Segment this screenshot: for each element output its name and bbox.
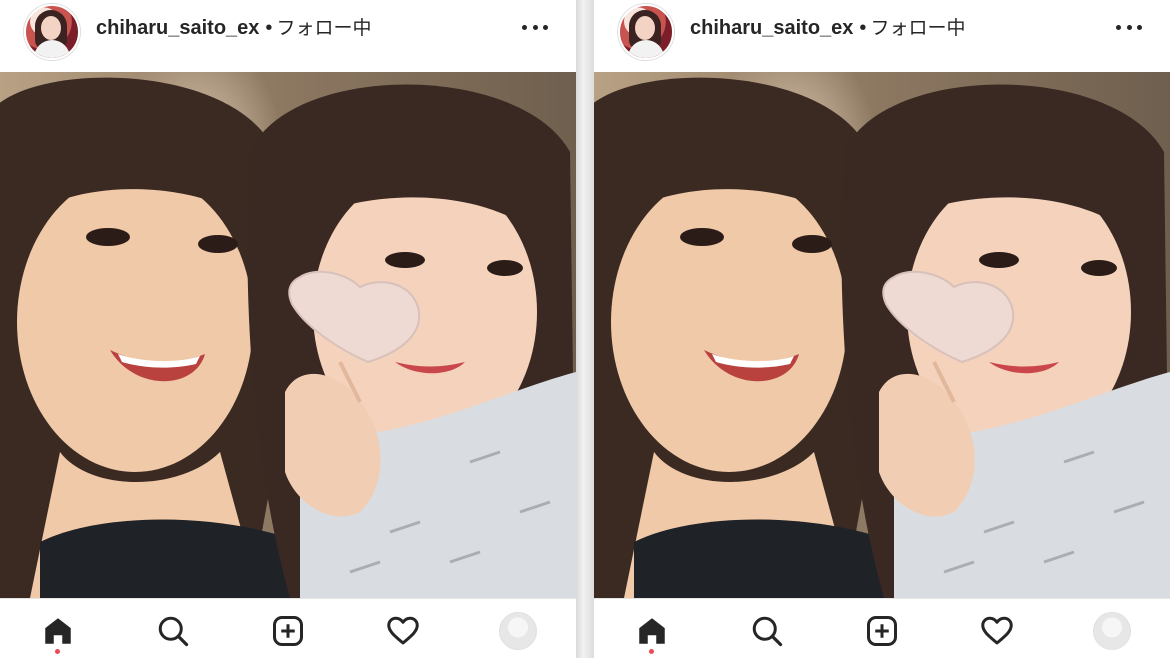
profile-avatar-icon[interactable] <box>1090 611 1134 651</box>
search-icon-svg <box>158 616 189 647</box>
notification-dot <box>649 649 654 654</box>
profile-circle <box>499 612 537 650</box>
home-icon[interactable] <box>630 611 674 654</box>
avatar-face <box>41 16 61 40</box>
post-photo[interactable] <box>594 72 1170 598</box>
dot <box>522 24 527 30</box>
heart-icon-svg <box>387 616 419 645</box>
search-icon[interactable] <box>151 611 195 651</box>
search-icon-svg <box>752 616 783 647</box>
search-icon[interactable] <box>745 611 789 651</box>
dot <box>543 24 548 30</box>
dot <box>1116 24 1121 30</box>
home-icon-svg <box>45 618 71 644</box>
username-link[interactable]: chiharu_saito_ex <box>96 17 259 39</box>
separator-dot: • <box>265 17 273 39</box>
avatar-face <box>635 16 655 40</box>
heart-icon[interactable] <box>381 611 425 651</box>
add-post-icon-svg <box>273 616 303 646</box>
add-post-icon[interactable] <box>266 611 310 651</box>
heart-icon-svg <box>981 616 1013 645</box>
profile-avatar-icon[interactable] <box>496 611 540 651</box>
follow-status-button[interactable]: フォロー中 <box>276 17 371 39</box>
notification-dot <box>55 649 60 654</box>
bottom-navigation <box>0 598 576 658</box>
follow-status-button[interactable]: フォロー中 <box>870 17 965 39</box>
profile-circle <box>1093 612 1131 650</box>
more-options-icon[interactable] <box>522 20 548 34</box>
post-panel-left: chiharu_saito_ex • フォロー中 <box>0 0 576 658</box>
post-panel-right: chiharu_saito_ex • フォロー中 <box>594 0 1170 658</box>
more-options-icon[interactable] <box>1116 20 1142 34</box>
post-header: chiharu_saito_ex • フォロー中 <box>594 0 1170 72</box>
dot <box>1126 24 1132 30</box>
post-photo[interactable] <box>0 72 576 598</box>
home-icon[interactable] <box>36 611 80 654</box>
home-icon-svg <box>639 618 665 644</box>
dot <box>1137 24 1142 30</box>
add-post-icon[interactable] <box>860 611 904 651</box>
separator-dot: • <box>859 17 867 39</box>
post-header: chiharu_saito_ex • フォロー中 <box>0 0 576 72</box>
username-link[interactable]: chiharu_saito_ex <box>690 17 853 39</box>
user-avatar[interactable] <box>24 4 80 60</box>
heart-icon[interactable] <box>975 611 1019 651</box>
comparison-screenshot: chiharu_saito_ex • フォロー中 chiharu_saito_e… <box>0 0 1170 658</box>
bottom-navigation <box>594 598 1170 658</box>
panel-divider <box>576 0 594 658</box>
add-post-icon-svg <box>867 616 897 646</box>
header-name-line: chiharu_saito_ex • フォロー中 <box>690 14 965 42</box>
dot <box>532 24 538 30</box>
photo-illustration <box>594 77 1170 598</box>
photo-illustration <box>0 77 576 598</box>
user-avatar[interactable] <box>618 4 674 60</box>
header-name-line: chiharu_saito_ex • フォロー中 <box>96 14 371 42</box>
